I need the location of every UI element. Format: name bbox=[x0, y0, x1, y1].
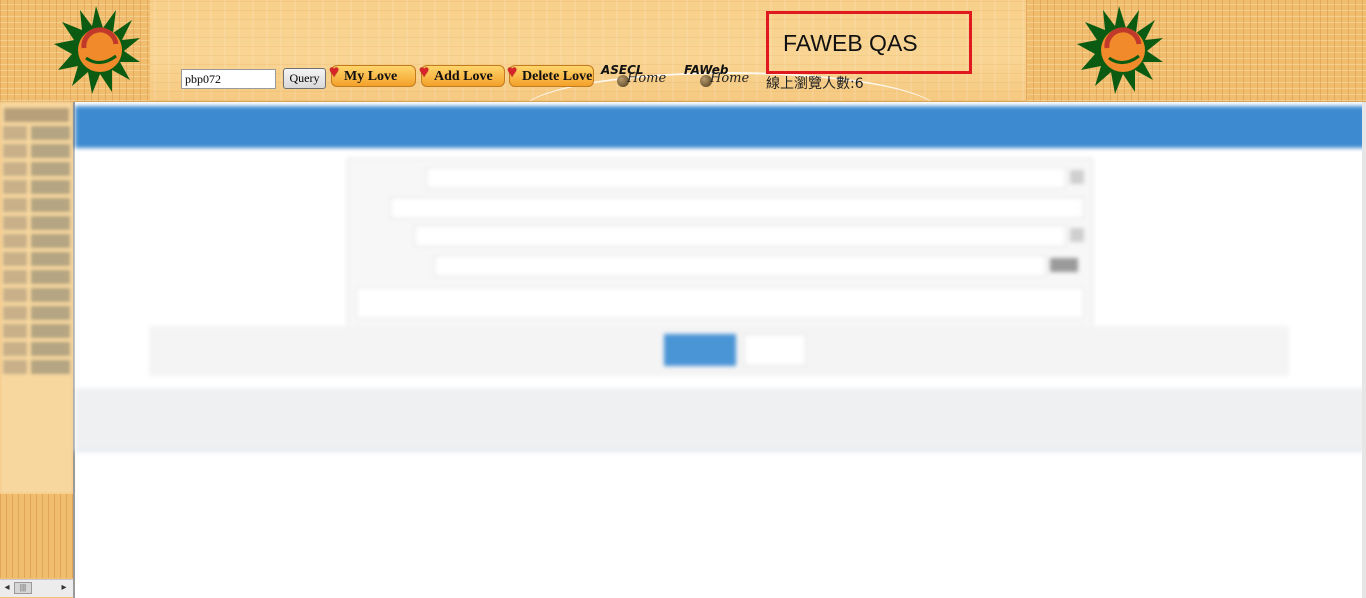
nav-item[interactable] bbox=[3, 288, 70, 302]
left-frame-pattern bbox=[0, 494, 73, 578]
chevron-down-icon[interactable] bbox=[1070, 170, 1084, 184]
nav-item[interactable] bbox=[3, 324, 70, 338]
form-row bbox=[354, 167, 1084, 189]
sun-logo-icon bbox=[54, 6, 140, 94]
submit-button[interactable] bbox=[664, 334, 736, 366]
user-id-input[interactable]: pbp072 bbox=[181, 69, 276, 89]
nav-item[interactable] bbox=[3, 180, 70, 194]
left-frame-scrollbar[interactable]: ◂ ||| ▸ bbox=[0, 579, 73, 597]
form-row bbox=[354, 197, 1084, 219]
faweb-home-text: Home bbox=[710, 71, 750, 86]
scroll-left-arrow-icon[interactable]: ◂ bbox=[1, 582, 13, 593]
select-field[interactable] bbox=[414, 225, 1066, 247]
environment-badge: FAWEB QAS bbox=[766, 11, 972, 74]
form-row bbox=[354, 255, 1084, 277]
my-love-label: My Love bbox=[344, 69, 398, 84]
picker-button[interactable] bbox=[1050, 258, 1078, 272]
heart-icon: ♥ bbox=[329, 62, 340, 81]
faweb-home-link[interactable]: FAWeb Home bbox=[684, 63, 764, 91]
main-content bbox=[75, 102, 1366, 454]
online-users-count: 線上瀏覽人數:6 bbox=[766, 76, 864, 92]
nav-item[interactable] bbox=[3, 216, 70, 230]
add-love-button[interactable]: ♥ Add Love bbox=[419, 62, 505, 87]
text-field[interactable] bbox=[390, 197, 1084, 219]
select-field[interactable] bbox=[426, 167, 1066, 189]
form-row bbox=[354, 225, 1084, 247]
heart-icon: ♥ bbox=[507, 62, 518, 81]
add-love-label: Add Love bbox=[434, 69, 493, 84]
page-footer bbox=[75, 388, 1366, 452]
nav-item[interactable] bbox=[3, 126, 70, 140]
query-form-panel bbox=[347, 158, 1093, 330]
delete-love-button[interactable]: ♥ Delete Love bbox=[507, 62, 594, 87]
scroll-thumb[interactable]: ||| bbox=[14, 582, 32, 594]
reset-button[interactable] bbox=[744, 334, 806, 366]
my-love-button[interactable]: ♥ My Love bbox=[329, 62, 416, 87]
asecl-home-text: Home bbox=[627, 71, 667, 86]
page-title-bar bbox=[75, 106, 1366, 148]
nav-item[interactable] bbox=[3, 234, 70, 248]
nav-item[interactable] bbox=[3, 360, 70, 374]
nav-item[interactable] bbox=[3, 198, 70, 212]
nav-item[interactable] bbox=[3, 342, 70, 356]
left-nav-frame bbox=[0, 102, 73, 598]
delete-love-label: Delete Love bbox=[522, 69, 593, 84]
query-button[interactable]: Query bbox=[283, 68, 326, 89]
nav-item[interactable] bbox=[3, 252, 70, 266]
nav-item[interactable] bbox=[3, 162, 70, 176]
scroll-right-arrow-icon[interactable]: ▸ bbox=[58, 582, 70, 593]
nav-item[interactable] bbox=[3, 270, 70, 284]
heart-icon: ♥ bbox=[419, 62, 430, 81]
text-field[interactable] bbox=[434, 255, 1046, 277]
sun-logo-icon bbox=[1077, 6, 1163, 94]
asecl-home-link[interactable]: ASECL Home bbox=[601, 63, 685, 91]
window-right-edge bbox=[1362, 102, 1366, 598]
form-button-bar bbox=[149, 326, 1289, 376]
blurred-content bbox=[75, 102, 1366, 454]
radio-group bbox=[356, 287, 1084, 319]
top-banner: pbp072 Query ♥ My Love ♥ Add Love ♥ Dele… bbox=[0, 0, 1366, 102]
left-nav-menu[interactable] bbox=[0, 102, 73, 494]
environment-label: FAWEB QAS bbox=[783, 30, 918, 56]
nav-item[interactable] bbox=[3, 144, 70, 158]
nav-item[interactable] bbox=[3, 306, 70, 320]
chevron-down-icon[interactable] bbox=[1070, 228, 1084, 242]
